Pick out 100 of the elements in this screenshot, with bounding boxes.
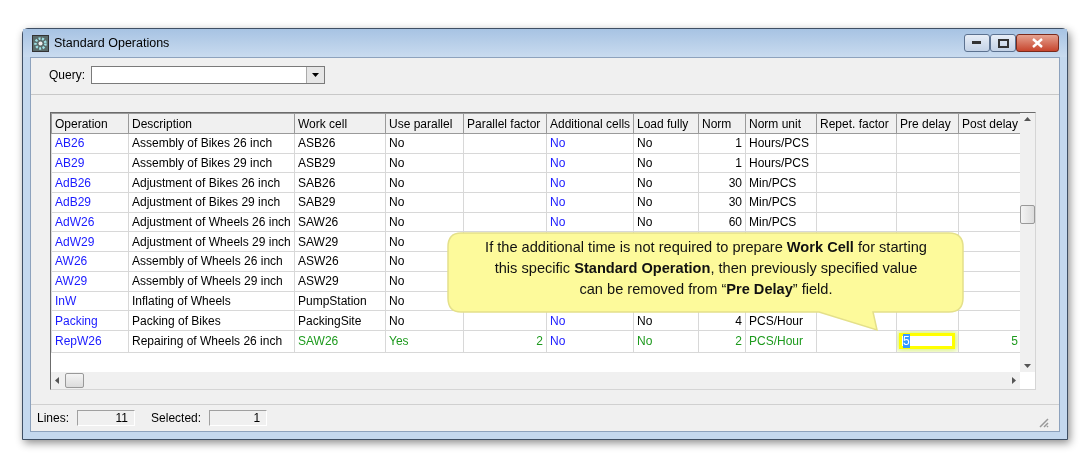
table-cell: Adjustment of Bikes 26 inch [128, 172, 295, 193]
table-cell: Min/PCS [745, 212, 817, 232]
scroll-down-icon [1024, 364, 1031, 368]
link-cell[interactable]: No [546, 153, 634, 173]
close-icon [1032, 38, 1043, 48]
scrollbar-thumb[interactable] [1020, 205, 1035, 224]
horizontal-scrollbar[interactable] [51, 372, 1020, 389]
table-cell: Min/PCS [745, 172, 817, 193]
maximize-icon [997, 38, 1009, 48]
scroll-up-icon [1024, 117, 1031, 121]
table-cell: SAW26 [294, 330, 386, 353]
table-cell: No [385, 133, 464, 154]
column-header[interactable]: Load fully [633, 113, 699, 134]
table-cell: Hours/PCS [745, 133, 817, 154]
table-cell: Hours/PCS [745, 153, 817, 173]
table-cell: 2 [698, 330, 746, 353]
status-value: 1 [209, 410, 268, 426]
table-cell: Assembly of Bikes 26 inch [128, 133, 295, 154]
column-header[interactable]: Post delay [958, 113, 1020, 134]
link-cell[interactable]: No [546, 192, 634, 213]
table-cell: ASW29 [294, 271, 386, 291]
link-cell[interactable]: AdW26 [51, 212, 129, 232]
table-cell: 2 [463, 330, 547, 353]
callout-text: If the additional time is not required to prepare Work Cell for starting this specific Standard Operation, then previously specified value can be removed from “Pre Delay” field. [484, 238, 928, 299]
table-cell: PumpStation [294, 291, 386, 311]
table-cell: Yes [385, 330, 464, 353]
table-cell: Adjustment of Wheels 29 inch [128, 231, 295, 252]
resize-grip-icon[interactable] [1037, 416, 1049, 428]
table-cell: ASB29 [294, 153, 386, 173]
dropdown-arrow-icon [312, 73, 319, 77]
status-label: Lines: [37, 411, 70, 425]
link-cell[interactable]: No [546, 172, 634, 193]
vertical-scrollbar[interactable] [1020, 113, 1035, 372]
table-cell: No [385, 212, 464, 232]
table-cell: No [633, 133, 699, 154]
table-cell: ASB26 [294, 133, 386, 154]
column-header[interactable]: Description [128, 113, 295, 134]
window-title: Standard Operations [54, 36, 171, 50]
query-label: Query: [49, 68, 85, 82]
link-cell[interactable]: RepW26 [51, 330, 129, 353]
column-header[interactable]: Pre delay [896, 113, 959, 134]
table-cell: Assembly of Wheels 26 inch [128, 251, 295, 272]
link-cell[interactable]: No [546, 330, 634, 353]
table-cell: 60 [698, 212, 746, 232]
table-cell: Packing of Bikes [128, 310, 295, 331]
table-cell: Min/PCS [745, 192, 817, 213]
table-cell: SAW26 [294, 212, 386, 232]
table-cell: Assembly of Wheels 29 inch [128, 271, 295, 291]
query-dropdown[interactable] [91, 66, 325, 84]
table-cell: No [633, 153, 699, 173]
column-header[interactable]: Use parallel [385, 113, 464, 134]
table-cell: PackingSite [294, 310, 386, 331]
column-header[interactable]: Work cell [294, 113, 386, 134]
column-header[interactable]: Parallel factor [463, 113, 547, 134]
column-header[interactable]: Norm [698, 113, 746, 134]
gear-icon [32, 34, 49, 52]
table-cell: 1 [698, 153, 746, 173]
table-cell: No [385, 192, 464, 213]
scroll-right-icon [1012, 377, 1016, 384]
selected-text: 5 [903, 334, 910, 349]
table-cell: Repairing of Wheels 26 inch [128, 330, 295, 353]
minimize-button[interactable] [964, 34, 990, 52]
link-cell[interactable]: AdB26 [51, 172, 129, 193]
link-cell[interactable]: AW29 [51, 271, 129, 291]
column-header[interactable]: Operation [51, 113, 129, 134]
table-cell: 30 [698, 172, 746, 193]
link-cell[interactable]: InW [51, 291, 129, 311]
link-cell[interactable]: No [546, 133, 634, 154]
link-cell[interactable]: Packing [51, 310, 129, 331]
link-cell[interactable]: AB26 [51, 133, 129, 154]
link-cell[interactable]: AB29 [51, 153, 129, 173]
minimize-icon [972, 41, 982, 45]
link-cell[interactable]: AdB29 [51, 192, 129, 213]
column-header[interactable]: Repet. factor [816, 113, 897, 134]
link-cell[interactable]: AW26 [51, 251, 129, 272]
table-cell: SAB29 [294, 192, 386, 213]
table-cell: Assembly of Bikes 29 inch [128, 153, 295, 173]
table-cell: No [633, 330, 699, 353]
link-cell[interactable]: AdW29 [51, 231, 129, 252]
table-cell: No [385, 172, 464, 193]
link-cell[interactable]: No [546, 212, 634, 232]
status-label: Selected: [151, 411, 202, 425]
table-cell: 30 [698, 192, 746, 213]
maximize-button[interactable] [990, 34, 1016, 52]
table-cell: 1 [698, 133, 746, 154]
close-button[interactable] [1016, 34, 1059, 52]
status-value: 11 [77, 410, 136, 426]
column-header[interactable]: Additional cells [546, 113, 634, 134]
column-header[interactable]: Norm unit [745, 113, 817, 134]
table-cell: Adjustment of Wheels 26 inch [128, 212, 295, 232]
table-cell: SAW29 [294, 231, 386, 252]
table-cell: Inflating of Wheels [128, 291, 295, 311]
scrollbar-thumb[interactable] [65, 373, 84, 388]
table-cell: No [633, 212, 699, 232]
table-cell: Adjustment of Bikes 29 inch [128, 192, 295, 213]
table-cell: ASW26 [294, 251, 386, 272]
scroll-left-icon [55, 377, 59, 384]
table-cell: No [633, 192, 699, 213]
table-cell: No [385, 153, 464, 173]
table-cell: PCS/Hour [745, 330, 817, 353]
